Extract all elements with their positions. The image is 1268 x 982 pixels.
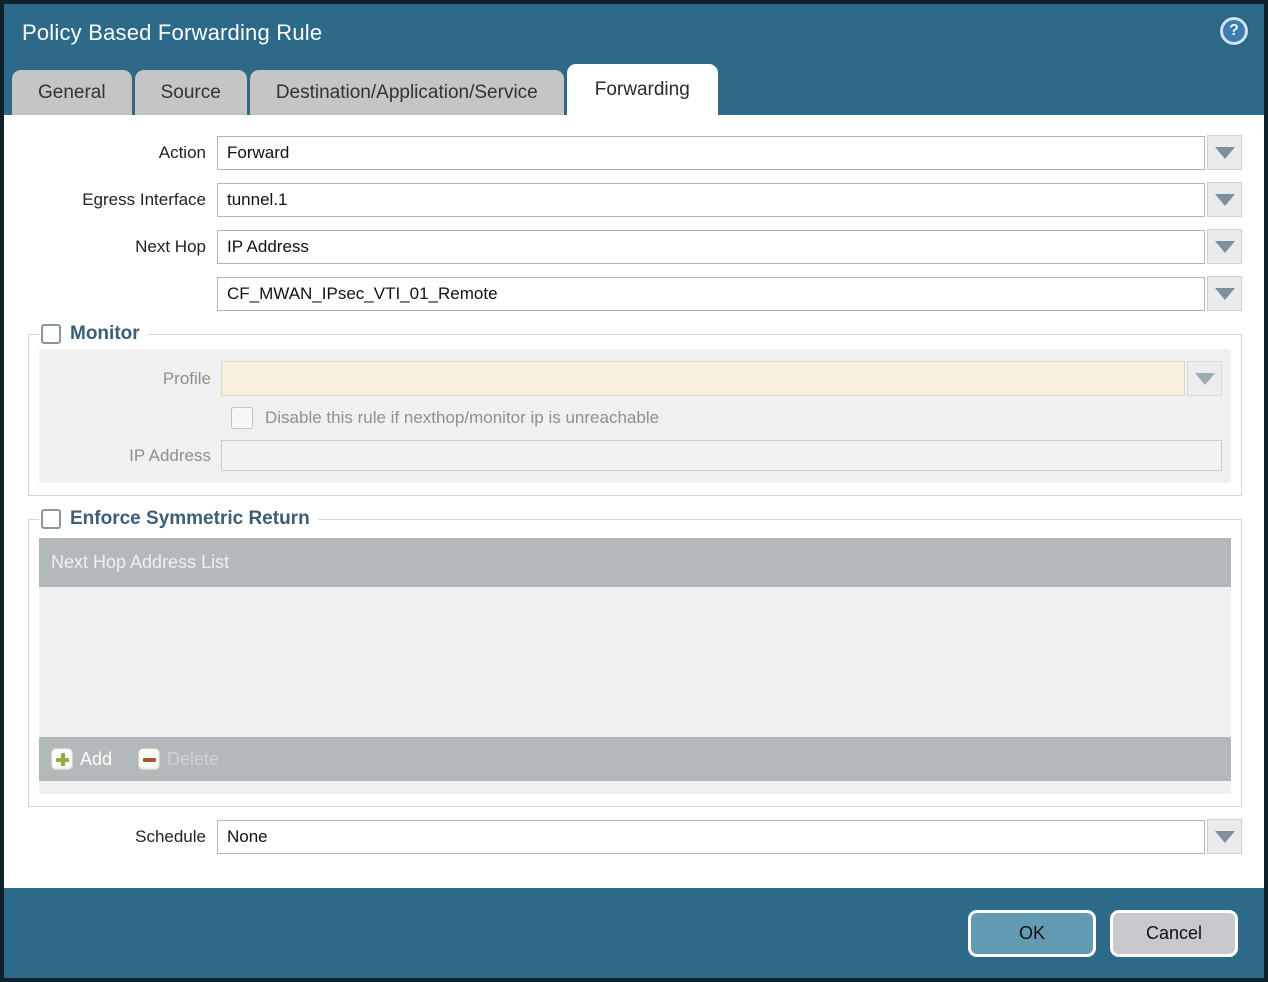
- delete-minus-icon: [138, 748, 161, 770]
- tab-general-label: General: [38, 81, 106, 103]
- tab-forwarding-label: Forwarding: [594, 78, 690, 100]
- monitor-profile-dropdown-button: [1187, 361, 1222, 396]
- next-hop-label: Next Hop: [135, 236, 206, 256]
- action-field[interactable]: Forward: [217, 135, 1205, 170]
- action-label: Action: [158, 142, 206, 162]
- ok-button[interactable]: OK: [968, 909, 1096, 957]
- tab-content-forwarding: Action Forward Egress Interface tunnel.1…: [4, 115, 1264, 888]
- egress-interface-field[interactable]: tunnel.1: [217, 182, 1205, 217]
- next-hop-address-list-body[interactable]: [39, 587, 1231, 737]
- next-hop-address-field[interactable]: CF_MWAN_IPsec_VTI_01_Remote: [217, 276, 1205, 311]
- table-bottom-strip: [39, 781, 1231, 794]
- cancel-button[interactable]: Cancel: [1110, 909, 1238, 957]
- pbf-rule-dialog: Policy Based Forwarding Rule ? General S…: [0, 0, 1268, 982]
- enforce-symmetric-return-section: Enforce Symmetric Return Next Hop Addres…: [28, 508, 1242, 807]
- monitor-panel: Profile Disable this rule if nexthop/mon…: [39, 349, 1231, 483]
- monitor-section: Monitor Profile Disable this rule if nex…: [28, 323, 1242, 496]
- next-hop-address-dropdown-button[interactable]: [1207, 276, 1242, 311]
- action-row: Action Forward: [4, 135, 1242, 170]
- egress-interface-label: Egress Interface: [82, 189, 206, 209]
- monitor-ip-address-field: [221, 440, 1222, 471]
- chevron-down-icon: [1194, 372, 1215, 385]
- tab-destination-label: Destination/Application/Service: [275, 81, 538, 103]
- tab-forwarding[interactable]: Forwarding: [566, 64, 718, 115]
- disable-rule-checkbox: [231, 407, 253, 429]
- add-button[interactable]: Add: [51, 748, 112, 770]
- next-hop-dropdown-button[interactable]: [1207, 229, 1242, 264]
- egress-interface-row: Egress Interface tunnel.1: [4, 182, 1242, 217]
- chevron-down-icon: [1214, 287, 1235, 300]
- tab-source[interactable]: Source: [134, 70, 247, 115]
- monitor-disable-rule-row: Disable this rule if nexthop/monitor ip …: [39, 407, 1222, 429]
- tab-source-label: Source: [160, 81, 221, 103]
- schedule-dropdown-button[interactable]: [1207, 819, 1242, 854]
- chevron-down-icon: [1214, 146, 1235, 159]
- chevron-down-icon: [1214, 193, 1235, 206]
- help-icon[interactable]: ?: [1220, 17, 1248, 45]
- monitor-checkbox[interactable]: [41, 324, 61, 344]
- next-hop-address-list-table: Next Hop Address List Add Delete: [39, 538, 1231, 794]
- monitor-legend-label: Monitor: [70, 323, 140, 344]
- monitor-legend: Monitor: [39, 323, 148, 345]
- dialog-title: Policy Based Forwarding Rule: [22, 20, 323, 45]
- next-hop-address-row: CF_MWAN_IPsec_VTI_01_Remote: [4, 276, 1242, 311]
- delete-button: Delete: [138, 748, 219, 770]
- tab-general[interactable]: General: [12, 70, 132, 115]
- dialog-footer: OK Cancel: [4, 888, 1264, 978]
- egress-interface-dropdown-button[interactable]: [1207, 182, 1242, 217]
- dialog-titlebar: Policy Based Forwarding Rule ?: [4, 4, 1264, 62]
- schedule-row: Schedule None: [4, 819, 1242, 854]
- tab-destination-application-service[interactable]: Destination/Application/Service: [249, 70, 564, 115]
- next-hop-type-field[interactable]: IP Address: [217, 229, 1205, 264]
- schedule-label: Schedule: [135, 826, 206, 846]
- monitor-profile-field: [221, 361, 1185, 396]
- add-button-label: Add: [80, 748, 113, 769]
- delete-button-label: Delete: [167, 748, 220, 769]
- add-plus-icon: [51, 748, 73, 770]
- next-hop-address-list-toolbar: Add Delete: [39, 737, 1231, 781]
- help-glyph: ?: [1229, 22, 1239, 39]
- enforce-symmetric-return-legend-label: Enforce Symmetric Return: [70, 508, 310, 529]
- next-hop-address-list-column-header[interactable]: Next Hop Address List: [39, 538, 1231, 587]
- next-hop-row: Next Hop IP Address: [4, 229, 1242, 264]
- enforce-symmetric-return-checkbox[interactable]: [41, 509, 61, 529]
- chevron-down-icon: [1214, 240, 1235, 253]
- monitor-ip-address-label: IP Address: [129, 445, 211, 465]
- monitor-profile-label: Profile: [162, 368, 211, 388]
- monitor-profile-row: Profile: [39, 361, 1222, 396]
- action-dropdown-button[interactable]: [1207, 135, 1242, 170]
- schedule-field[interactable]: None: [217, 819, 1205, 854]
- tab-bar: General Source Destination/Application/S…: [4, 62, 1264, 115]
- monitor-ip-address-row: IP Address: [39, 440, 1222, 471]
- enforce-symmetric-return-legend: Enforce Symmetric Return: [39, 508, 318, 530]
- chevron-down-icon: [1214, 830, 1235, 843]
- disable-rule-checkbox-label: Disable this rule if nexthop/monitor ip …: [265, 408, 660, 427]
